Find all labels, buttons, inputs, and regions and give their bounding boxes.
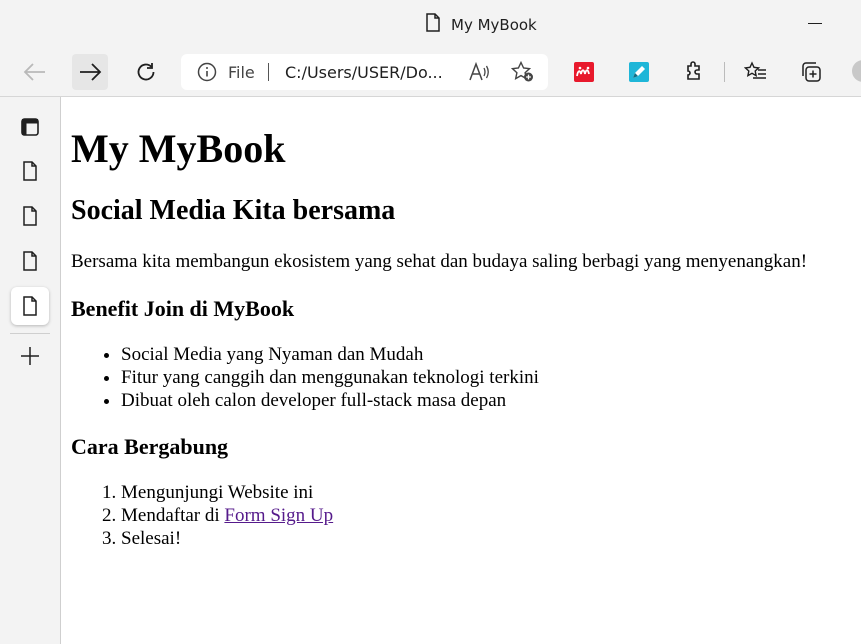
intro-paragraph: Bersama kita membangun ekosistem yang se… [71,251,808,272]
url-text[interactable]: C:/Users/USER/Do... [285,63,443,82]
read-aloud-icon[interactable] [468,61,490,87]
browser-toolbar: File C:/Users/USER/Do... [0,48,861,97]
page-title: My MyBook [71,126,286,171]
sidebar-tab-active[interactable] [11,287,49,325]
extension-mendeley-icon [574,62,594,82]
refresh-button[interactable] [128,54,164,90]
new-tab-button[interactable] [11,337,49,375]
back-button[interactable] [17,54,53,90]
info-icon[interactable] [197,62,217,87]
toolbar-separator [724,62,725,82]
steps-list: Mengunjungi Website ini Mendaftar di For… [71,481,861,550]
refresh-icon [137,63,155,81]
profile-icon[interactable] [852,60,861,82]
window-title-group: My MyBook [425,13,537,36]
extensions-button[interactable] [676,54,712,90]
page-icon [23,251,37,271]
tab-actions-button[interactable] [11,108,49,146]
list-item: Fitur yang canggih dan menggunakan tekno… [121,366,861,389]
benefit-heading: Benefit Join di MyBook [71,296,295,321]
extension-pen-icon [629,62,649,82]
minimize-button[interactable] [808,23,822,24]
forward-icon [80,63,102,81]
list-item: Mendaftar di Form Sign Up [121,504,861,527]
list-item: Selesai! [121,527,861,550]
extension-pen-button[interactable] [621,54,657,90]
list-item: Social Media yang Nyaman dan Mudah [121,343,861,366]
scheme-label: File [228,63,255,82]
sidebar-tab-3[interactable] [11,242,49,280]
collections-button[interactable] [793,54,829,90]
page-content: My MyBook Social Media Kita bersama Bers… [61,97,861,644]
tab-actions-icon [21,118,39,136]
page-icon [23,296,37,316]
collections-icon [802,62,821,82]
extension-mendeley-button[interactable] [566,54,602,90]
favorites-icon [744,61,766,79]
step2-text: Mendaftar di [121,505,225,526]
vertical-tabs-sidebar [0,97,61,644]
join-heading: Cara Bergabung [71,434,229,459]
forward-button[interactable] [72,54,108,90]
address-bar[interactable]: File C:/Users/USER/Do... [181,54,548,90]
page-icon [23,161,37,181]
page-icon [23,206,37,226]
address-separator [268,63,269,81]
sidebar-tab-1[interactable] [11,152,49,190]
signup-form-link[interactable]: Form Sign Up [224,505,333,526]
sidebar-tab-2[interactable] [11,197,49,235]
list-item: Dibuat oleh calon developer full-stack m… [121,389,861,412]
new-tab-icon [21,347,39,365]
list-item: Mengunjungi Website ini [121,481,861,504]
favorites-button[interactable] [738,54,774,90]
title-bar: My MyBook [0,0,861,48]
benefit-list: Social Media yang Nyaman dan Mudah Fitur… [71,343,861,412]
sidebar-divider [10,333,50,334]
page-subtitle: Social Media Kita bersama [71,195,396,226]
page-icon [425,13,441,36]
window-title: My MyBook [451,15,537,34]
add-favorite-icon[interactable] [510,60,535,88]
back-icon [23,63,45,81]
extensions-icon [687,61,700,80]
